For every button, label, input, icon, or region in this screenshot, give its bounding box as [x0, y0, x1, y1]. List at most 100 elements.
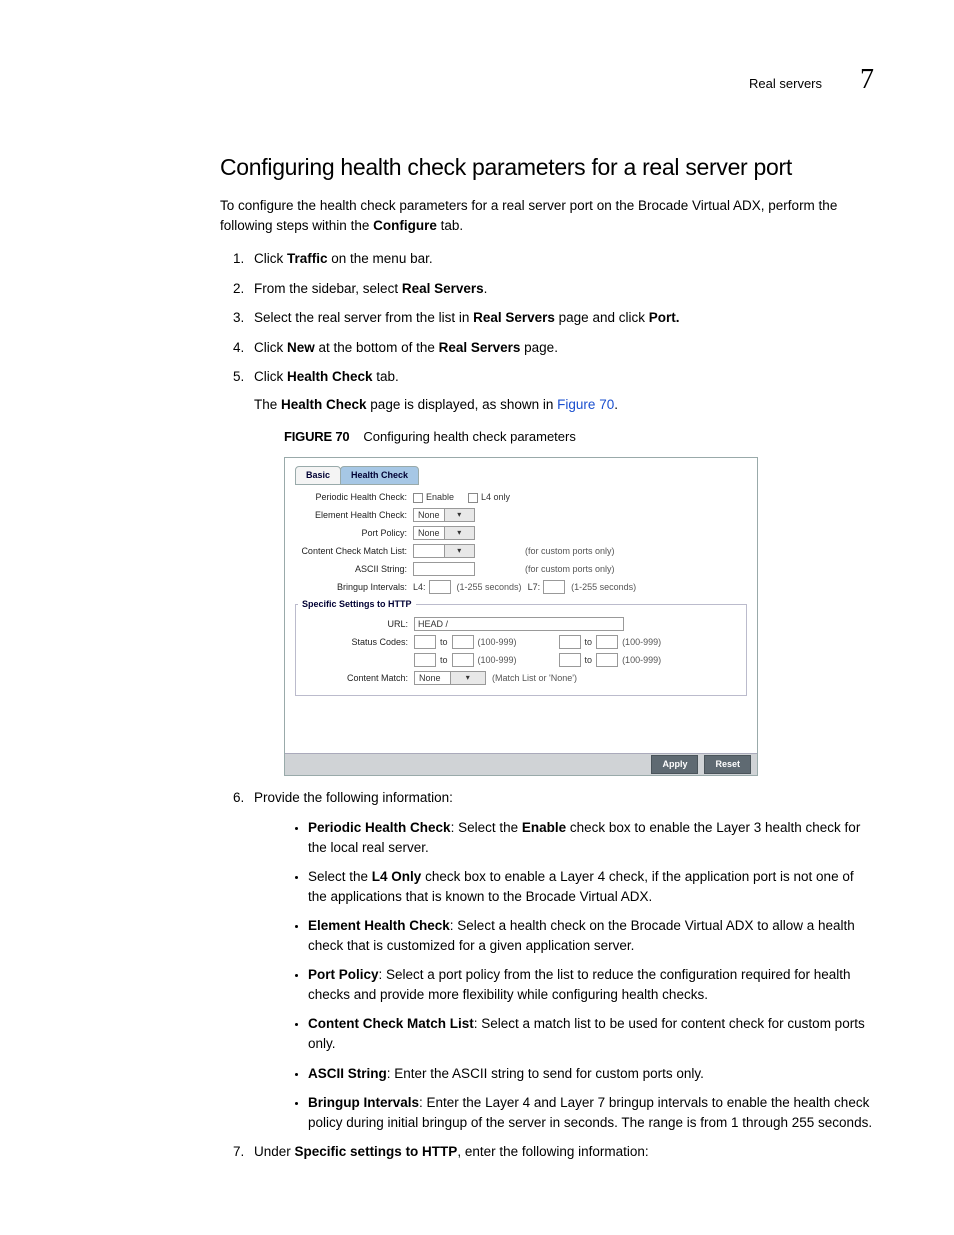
step-2: From the sidebar, select Real Servers.: [248, 279, 874, 299]
page-header: Real servers 7: [80, 60, 874, 101]
sc-input[interactable]: [414, 653, 436, 667]
t: : Enter the ASCII string to send for cus…: [387, 1066, 704, 1081]
bullet-7: Bringup Intervals: Enter the Layer 4 and…: [308, 1093, 874, 1132]
to: to: [585, 636, 593, 649]
pp-select[interactable]: None▾: [413, 526, 475, 540]
t: Health Check: [287, 369, 373, 384]
bi-l4-label: L4:: [413, 581, 426, 594]
bi-hint1: (1-255 seconds): [457, 581, 522, 594]
ascii-input[interactable]: [413, 562, 475, 576]
reset-button[interactable]: Reset: [704, 755, 751, 774]
ehc-label: Element Health Check:: [295, 509, 413, 522]
t: Under: [254, 1144, 295, 1159]
t: Provide the following information:: [254, 790, 453, 805]
bullet-4: Port Policy: Select a port policy from t…: [308, 965, 874, 1004]
tab-basic[interactable]: Basic: [295, 466, 341, 485]
sc-input[interactable]: [596, 635, 618, 649]
to: to: [585, 654, 593, 667]
range: (100-999): [622, 654, 661, 667]
l4only-checkbox[interactable]: [468, 493, 478, 503]
url-input[interactable]: HEAD /: [414, 617, 624, 631]
sc-label: Status Codes:: [296, 636, 414, 649]
t: page is displayed, as shown in: [367, 397, 558, 412]
t: Bringup Intervals: [308, 1095, 419, 1110]
figure-caption: FIGURE 70Configuring health check parame…: [284, 428, 874, 447]
step-6: Provide the following information: Perio…: [248, 788, 874, 1132]
figure-health-check: Basic Health Check Periodic Health Check…: [284, 457, 758, 776]
phc-label: Periodic Health Check:: [295, 491, 413, 504]
t: .: [614, 397, 618, 412]
bullet-2: Select the L4 Only check box to enable a…: [308, 867, 874, 906]
sc-input[interactable]: [414, 635, 436, 649]
cm-label: Content Match:: [296, 672, 414, 685]
ehc-select[interactable]: None▾: [413, 508, 475, 522]
chevron-down-icon: ▾: [444, 509, 474, 521]
step-7: Under Specific settings to HTTP, enter t…: [248, 1142, 874, 1162]
t: Real Servers: [439, 340, 521, 355]
t: Specific settings to HTTP: [295, 1144, 458, 1159]
bullets-list: Periodic Health Check: Select the Enable…: [254, 818, 874, 1132]
t: Traffic: [287, 251, 328, 266]
bi-label: Bringup Intervals:: [295, 581, 413, 594]
range: (100-999): [478, 636, 517, 649]
t: Port Policy: [308, 967, 379, 982]
tab-health-check[interactable]: Health Check: [340, 466, 419, 485]
ascii-note: (for custom ports only): [525, 563, 615, 576]
t: Periodic Health Check: [308, 820, 451, 835]
bi-l4-input[interactable]: [429, 580, 451, 594]
ascii-label: ASCII String:: [295, 563, 413, 576]
t: L4 Only: [372, 869, 422, 884]
t: Health Check: [281, 397, 367, 412]
cm-select[interactable]: None▾: [414, 671, 486, 685]
step-5-sub: The Health Check page is displayed, as s…: [254, 395, 874, 415]
to: to: [440, 636, 448, 649]
figure-caption-text: Configuring health check parameters: [363, 429, 575, 444]
t: Real Servers: [473, 310, 555, 325]
figure-footer: Apply Reset: [285, 753, 757, 775]
t: , enter the following information:: [457, 1144, 648, 1159]
bi-l7-input[interactable]: [543, 580, 565, 594]
step-3: Select the real server from the list in …: [248, 308, 874, 328]
t: Click: [254, 340, 287, 355]
t: tab.: [373, 369, 399, 384]
bi-l7-label: L7:: [528, 581, 541, 594]
figure-link[interactable]: Figure 70: [557, 397, 614, 412]
ccml-label: Content Check Match List:: [295, 545, 413, 558]
step-4: Click New at the bottom of the Real Serv…: [248, 338, 874, 358]
http-fieldset: Specific Settings to HTTP URL: HEAD / St…: [295, 598, 747, 696]
t: Select the: [308, 869, 372, 884]
ehc-val: None: [414, 509, 444, 522]
t: The: [254, 397, 281, 412]
pp-label: Port Policy:: [295, 527, 413, 540]
t: Element Health Check: [308, 918, 450, 933]
enable-text: Enable: [426, 491, 454, 504]
t: : Select the: [451, 820, 522, 835]
t: Port.: [649, 310, 680, 325]
intro-post: tab.: [437, 218, 463, 233]
bullet-1: Periodic Health Check: Select the Enable…: [308, 818, 874, 857]
t: New: [287, 340, 315, 355]
bi-hint2: (1-255 seconds): [571, 581, 636, 594]
header-section: Real servers: [749, 75, 822, 94]
t: page and click: [555, 310, 649, 325]
to: to: [440, 654, 448, 667]
enable-checkbox[interactable]: [413, 493, 423, 503]
apply-button[interactable]: Apply: [651, 755, 698, 774]
sc-input[interactable]: [452, 635, 474, 649]
url-label: URL:: [296, 618, 414, 631]
tabs: Basic Health Check: [295, 466, 747, 485]
cm-hint: (Match List or 'None'): [492, 672, 577, 685]
t: Select the real server from the list in: [254, 310, 473, 325]
t: Content Check Match List: [308, 1016, 474, 1031]
range: (100-999): [478, 654, 517, 667]
sc-input[interactable]: [559, 635, 581, 649]
sc-input[interactable]: [452, 653, 474, 667]
ccml-select[interactable]: ▾: [413, 544, 475, 558]
sc-input[interactable]: [559, 653, 581, 667]
t: From the sidebar, select: [254, 281, 402, 296]
sc-input[interactable]: [596, 653, 618, 667]
t: : Select a port policy from the list to …: [308, 967, 851, 1002]
t: ASCII String: [308, 1066, 387, 1081]
cm-val: None: [415, 672, 450, 685]
chevron-down-icon: ▾: [444, 545, 475, 557]
